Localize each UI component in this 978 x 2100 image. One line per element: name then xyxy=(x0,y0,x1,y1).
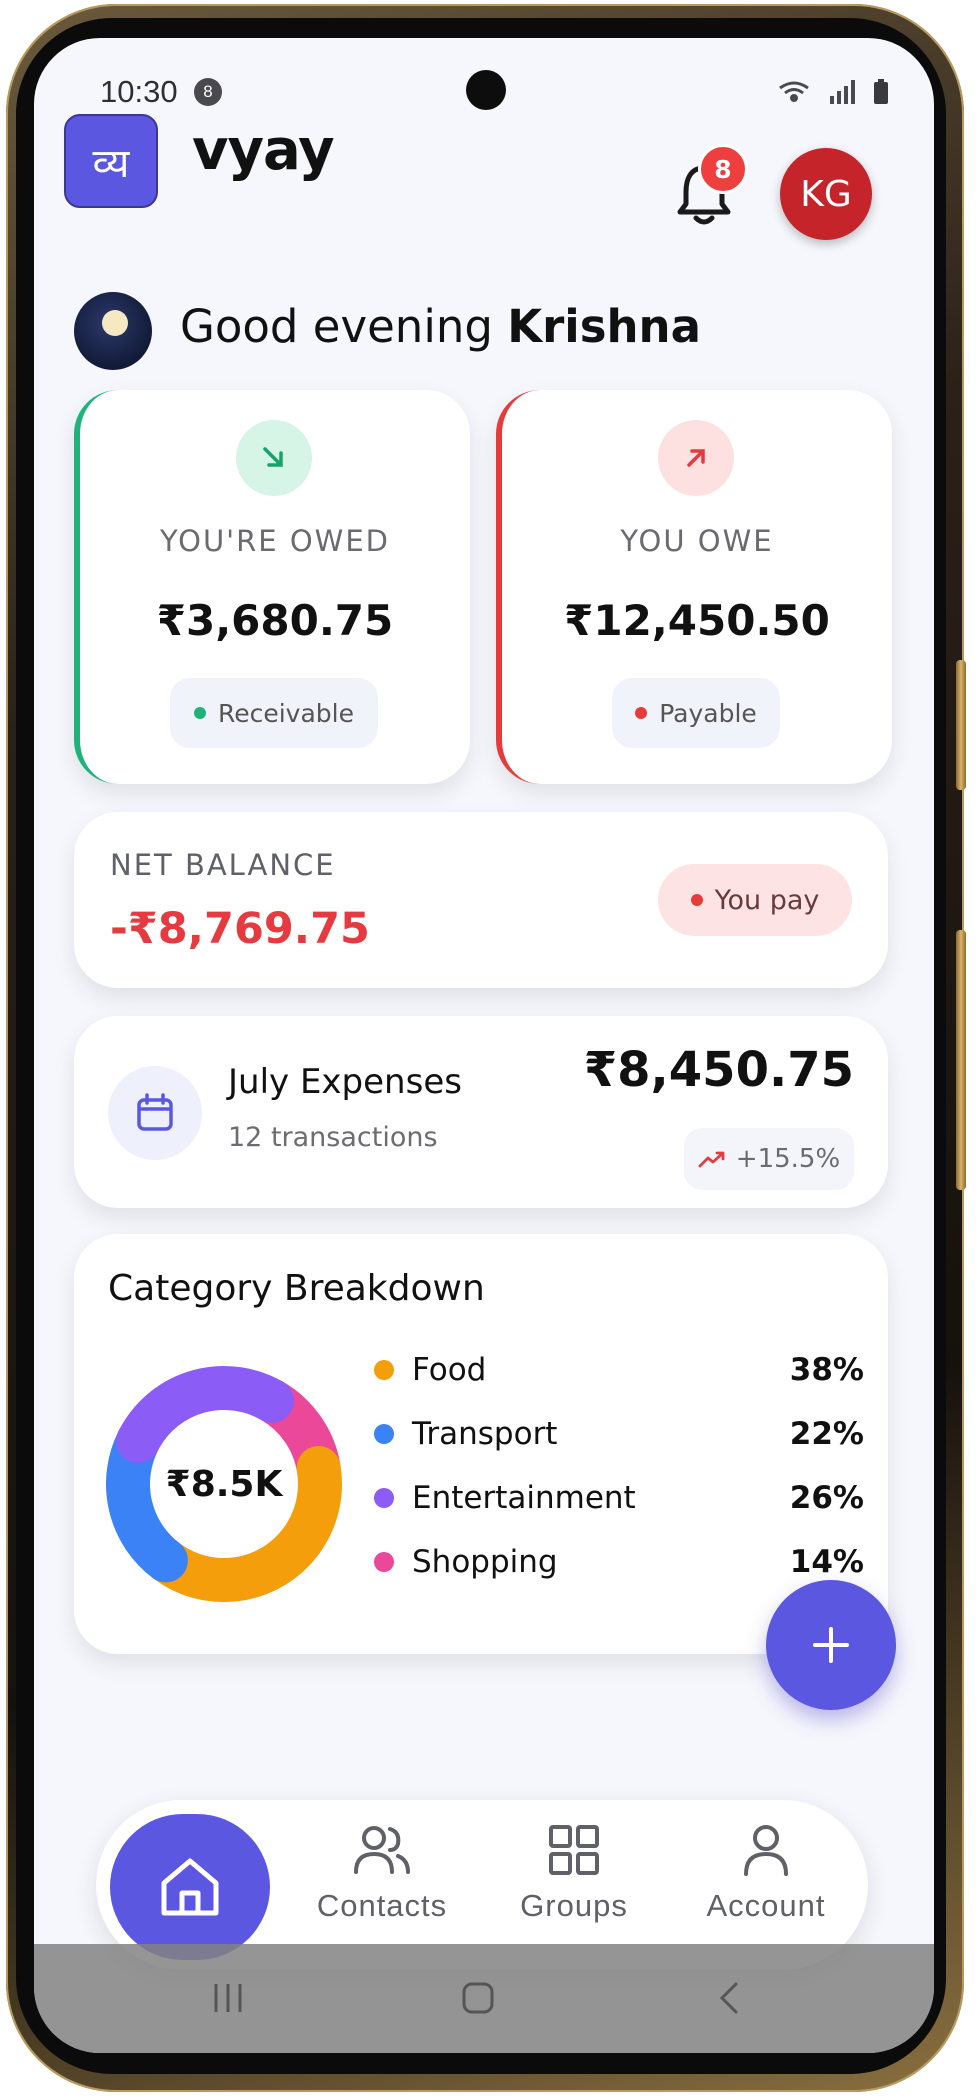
wifi-icon xyxy=(779,81,809,102)
greeting-name: Krishna xyxy=(507,300,701,353)
receivable-label: Receivable xyxy=(217,698,354,728)
avatar[interactable]: KG xyxy=(780,148,872,240)
status-icons xyxy=(779,79,888,104)
legend-label: Shopping xyxy=(412,1544,558,1580)
nav-groups[interactable]: Groups xyxy=(484,1822,664,1952)
legend-percent: 14% xyxy=(789,1544,864,1580)
legend-row-shopping: Shopping 14% xyxy=(374,1542,864,1582)
legend-dot xyxy=(374,1424,394,1444)
legend-dot xyxy=(374,1360,394,1380)
home-icon xyxy=(161,1858,219,1916)
net-balance-card[interactable]: NET BALANCE -₹8,769.75 You pay xyxy=(74,812,888,988)
greeting: Good evening Krishna xyxy=(180,300,701,353)
plus-icon xyxy=(813,1627,849,1663)
nav-account[interactable]: Account xyxy=(676,1822,856,1952)
net-balance-title: NET BALANCE xyxy=(110,848,336,882)
payable-pill: Payable xyxy=(612,678,780,748)
owed-amount: ₹3,680.75 xyxy=(156,596,394,645)
monthly-title: July Expenses xyxy=(228,1062,462,1102)
notification-badge: 8 xyxy=(698,144,748,194)
nav-contacts-label: Contacts xyxy=(316,1888,448,1923)
home-system-icon[interactable] xyxy=(458,1978,498,2018)
nav-groups-label: Groups xyxy=(520,1888,628,1923)
monthly-amount: ₹8,450.75 xyxy=(583,1042,854,1098)
greeting-prefix: Good evening xyxy=(180,300,493,353)
recent-apps-icon[interactable] xyxy=(208,1978,248,2018)
status-time: 10:30 xyxy=(100,74,178,109)
category-breakdown-card[interactable]: Category Breakdown ₹8.5K Food 38% Transpor… xyxy=(74,1234,888,1654)
owe-title: YOU OWE xyxy=(620,524,774,558)
payable-label: Payable xyxy=(659,698,757,728)
owed-title: YOU'RE OWED xyxy=(160,524,390,558)
net-balance-amount: -₹8,769.75 xyxy=(110,904,370,954)
legend-percent: 26% xyxy=(789,1480,864,1516)
arrow-up-right-icon xyxy=(658,420,734,496)
groups-grid-icon xyxy=(549,1825,599,1875)
legend-row-food: Food 38% xyxy=(374,1350,864,1390)
legend-row-entertainment: Entertainment 26% xyxy=(374,1478,864,1518)
app-name: vyay xyxy=(192,118,335,183)
legend-dot xyxy=(374,1552,394,1572)
donut-total: ₹8.5K xyxy=(165,1464,283,1505)
payable-dot xyxy=(635,707,648,719)
category-title: Category Breakdown xyxy=(108,1268,485,1309)
front-camera xyxy=(466,70,506,110)
legend-label: Transport xyxy=(412,1416,558,1452)
receivable-dot xyxy=(193,707,206,719)
contacts-icon xyxy=(354,1826,410,1874)
legend-row-transport: Transport 22% xyxy=(374,1414,864,1454)
moon-icon xyxy=(74,292,152,370)
you-pay-dot xyxy=(690,894,703,906)
legend-percent: 22% xyxy=(789,1416,864,1452)
nav-contacts[interactable]: Contacts xyxy=(292,1822,472,1952)
legend-dot xyxy=(374,1488,394,1508)
trending-up-icon xyxy=(698,1151,725,1168)
battery-icon xyxy=(874,79,888,104)
trend-value: +15.5% xyxy=(735,1144,841,1174)
legend-percent: 38% xyxy=(789,1352,864,1388)
owed-card[interactable]: YOU'RE OWED ₹3,680.75 Receivable xyxy=(74,390,470,784)
calendar-icon xyxy=(108,1066,202,1160)
power-button xyxy=(956,930,966,1190)
legend-label: Food xyxy=(412,1352,487,1388)
transaction-count: 12 transactions xyxy=(228,1122,438,1153)
nav-home[interactable] xyxy=(110,1814,270,1960)
system-navigation-bar xyxy=(34,1944,934,2053)
signal-icon xyxy=(830,80,855,104)
nav-account-label: Account xyxy=(706,1888,826,1923)
legend-label: Entertainment xyxy=(412,1480,636,1516)
monthly-expenses-card[interactable]: July Expenses 12 transactions ₹8,450.75 … xyxy=(74,1016,888,1208)
user-icon xyxy=(744,1825,788,1876)
trend-badge: +15.5% xyxy=(684,1128,854,1190)
you-pay-badge: You pay xyxy=(658,864,852,936)
you-pay-label: You pay xyxy=(714,884,820,916)
status-notification-count: 8 xyxy=(194,78,222,106)
phone-screen: 10:30 8 व्य vyay 8 KG Good evening Krish… xyxy=(34,38,934,2053)
app-logo: व्य xyxy=(64,114,158,208)
arrow-down-right-icon xyxy=(236,420,312,496)
receivable-pill: Receivable xyxy=(170,678,378,748)
owe-card[interactable]: YOU OWE ₹12,450.50 Payable xyxy=(496,390,892,784)
volume-button xyxy=(956,660,966,790)
add-expense-button[interactable] xyxy=(766,1580,896,1710)
owe-amount: ₹12,450.50 xyxy=(564,596,830,645)
back-icon[interactable] xyxy=(710,1978,750,2018)
